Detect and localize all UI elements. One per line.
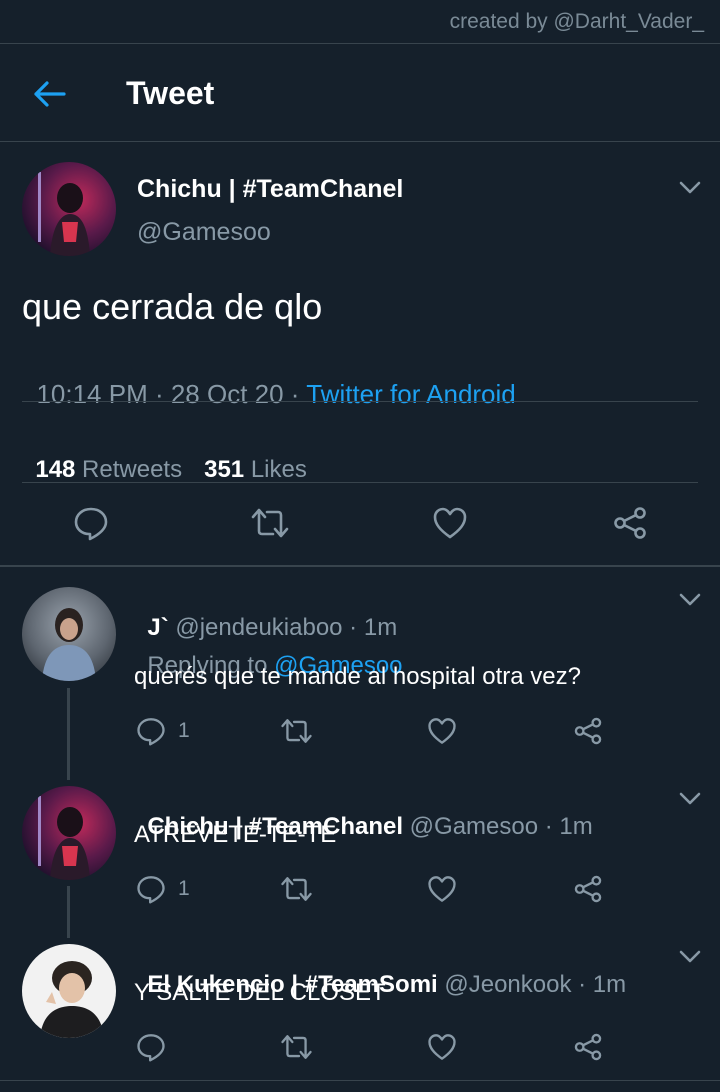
share-icon[interactable] — [573, 716, 603, 746]
like-icon[interactable] — [427, 1032, 457, 1062]
like-icon[interactable] — [427, 874, 457, 904]
page-title: Tweet — [126, 75, 215, 111]
reply-icon[interactable] — [136, 716, 166, 746]
reply-icon[interactable] — [136, 1032, 166, 1062]
thread-line — [67, 886, 70, 938]
like-icon[interactable] — [432, 505, 468, 541]
retweet-icon[interactable] — [280, 1032, 313, 1062]
avatar[interactable] — [22, 587, 116, 681]
avatar[interactable] — [22, 162, 116, 256]
retweet-icon[interactable] — [280, 874, 313, 904]
thread-divider — [0, 565, 720, 567]
likes-label: Likes — [244, 456, 307, 483]
retweets-count: 148 — [35, 456, 76, 483]
bottom-divider — [0, 1080, 720, 1081]
retweet-icon[interactable] — [280, 716, 313, 746]
tweet-display-name[interactable]: Chichu | #TeamChanel — [137, 175, 403, 204]
meta-divider — [22, 401, 698, 402]
reply-text: ATREVETE-TE-TE — [134, 821, 337, 848]
chevron-down-icon[interactable] — [679, 593, 701, 607]
reply-icon[interactable] — [73, 505, 109, 541]
share-icon[interactable] — [573, 1032, 603, 1062]
header-divider — [0, 141, 720, 142]
thread-line — [67, 688, 70, 780]
top-divider — [0, 43, 720, 44]
tweet-timestamp: 10:14 PM · 28 Oct 20 · — [36, 379, 307, 409]
chevron-down-icon[interactable] — [679, 792, 701, 806]
chevron-down-icon[interactable] — [679, 181, 701, 195]
reply-text: Y SALTE DEL CLÓSET — [134, 979, 386, 1006]
retweets-stat[interactable]: 148 Retweets — [35, 456, 182, 483]
tweet-source-link[interactable]: Twitter for Android — [306, 379, 516, 409]
like-icon[interactable] — [427, 716, 457, 746]
share-icon[interactable] — [573, 874, 603, 904]
retweets-label: Retweets — [75, 456, 183, 483]
avatar[interactable] — [22, 944, 116, 1038]
chevron-down-icon[interactable] — [679, 950, 701, 964]
reply-count: 1 — [178, 877, 190, 900]
tweet-text: que cerrada de qlo — [22, 286, 323, 327]
tweet-handle[interactable]: @Gamesoo — [137, 218, 271, 247]
likes-count: 351 — [204, 456, 245, 483]
back-arrow-icon[interactable] — [32, 80, 66, 108]
avatar[interactable] — [22, 786, 116, 880]
tweet-stats: 148 Retweets 351 Likes — [22, 428, 307, 484]
share-icon[interactable] — [612, 505, 648, 541]
reply-handle-time[interactable]: @Jeonkook · 1m — [438, 971, 626, 998]
stats-divider — [22, 482, 698, 483]
reply-icon[interactable] — [136, 874, 166, 904]
reply-count: 1 — [178, 719, 190, 742]
watermark: created by @Darht_Vader_ — [449, 10, 704, 33]
likes-stat[interactable]: 351 Likes — [204, 456, 307, 483]
retweet-icon[interactable] — [250, 505, 290, 541]
reply-handle-time[interactable]: @Gamesoo · 1m — [403, 813, 593, 840]
reply-text: querés que te mande al hospital otra vez… — [134, 663, 581, 690]
